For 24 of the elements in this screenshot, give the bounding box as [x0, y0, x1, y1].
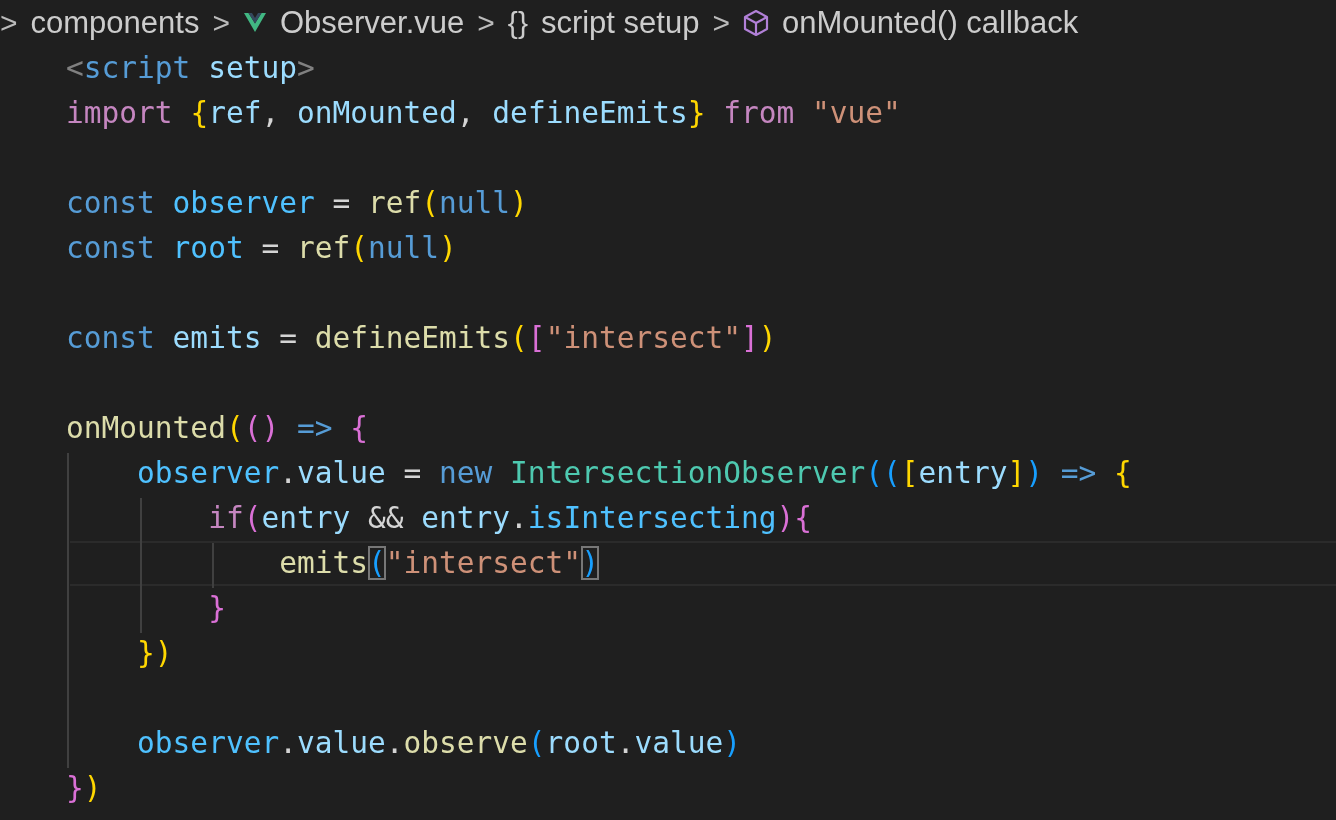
code-line: const emits = defineEmits(["intersect"])	[65, 321, 777, 355]
braces-icon: {}	[507, 6, 528, 40]
chevron-separator: >	[477, 6, 495, 40]
code-line: onMounted(() => {	[65, 411, 368, 445]
chevron-separator: >	[712, 6, 730, 40]
breadcrumb-item[interactable]: script setup	[540, 5, 700, 41]
breadcrumb-item[interactable]: components	[30, 5, 200, 41]
chevron-separator: >	[0, 6, 18, 40]
code-line: }	[207, 591, 226, 625]
code-line: const observer = ref(null)	[65, 186, 528, 220]
code-line: emits("intersect")	[278, 546, 599, 580]
code-line: observer.value = new IntersectionObserver(([entry]) => {	[136, 456, 1132, 490]
code-line: })	[136, 636, 173, 670]
code-line: const root = ref(null)	[65, 231, 457, 265]
breadcrumb-item[interactable]: onMounted() callback	[781, 5, 1079, 41]
code-line: if(entry && entry.isIntersecting){	[207, 501, 813, 535]
chevron-separator: >	[212, 6, 230, 40]
cube-icon	[742, 9, 769, 37]
code-line: import {ref, onMounted, defineEmits} from "vue"	[65, 96, 901, 130]
code-line: })	[65, 771, 102, 805]
code-line: <script setup>	[65, 51, 315, 85]
code-line: observer.value.observe(root.value)	[136, 726, 741, 760]
breadcrumb-item[interactable]: Observer.vue	[279, 5, 465, 41]
vue-logo-icon	[242, 12, 267, 34]
